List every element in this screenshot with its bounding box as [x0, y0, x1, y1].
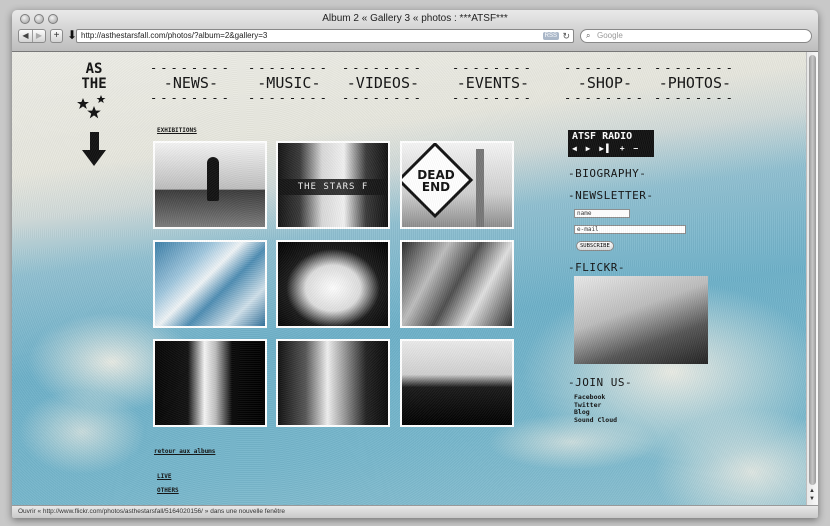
photo-caption: THE STARS F	[278, 179, 388, 195]
flickr-photo[interactable]	[574, 276, 708, 364]
flickr-heading: -FLICKR-	[568, 261, 625, 274]
arrow-down-icon-stem	[89, 132, 99, 150]
photo-image	[278, 341, 388, 425]
nav-dash-top: --------	[248, 61, 330, 75]
biography-link[interactable]: -BIOGRAPHY-	[568, 167, 646, 180]
status-bar: Ouvrir « http://www.flickr.com/photos/as…	[12, 505, 818, 518]
newsletter-name-input[interactable]: name	[574, 209, 630, 218]
arrow-down-icon	[82, 150, 106, 166]
photo-image	[155, 242, 265, 326]
web-page: AS THE -------- -NEWS- -------- --------…	[12, 52, 806, 505]
photo-image	[155, 341, 265, 425]
photo-image	[278, 242, 388, 326]
nav-item-videos[interactable]: -------- -VIDEOS- --------	[342, 62, 424, 104]
forward-button[interactable]: ▶	[32, 30, 45, 42]
photo-image: THE STARS F	[278, 143, 388, 227]
nav-label: -MUSIC-	[257, 74, 321, 92]
nav-label: -SHOP-	[577, 74, 632, 92]
radio-title: ATSF RADIO	[572, 131, 633, 142]
address-url: http://asthestarsfall.com/photos/?album=…	[81, 31, 268, 40]
photo-thumb[interactable]	[400, 339, 514, 427]
exhibitions-link[interactable]: EXHIBITIONS	[157, 127, 197, 134]
nav-dash-bottom: --------	[342, 91, 424, 105]
photo-image	[155, 143, 265, 227]
stars-icon	[77, 95, 106, 119]
photo-thumb[interactable]: THE STARS F	[276, 141, 390, 229]
nav-item-news[interactable]: -------- -NEWS- --------	[150, 62, 232, 104]
photo-thumb[interactable]	[276, 339, 390, 427]
nav-label: -NEWS-	[163, 74, 218, 92]
add-bookmark-button[interactable]: +	[50, 29, 63, 43]
photo-thumb[interactable]	[400, 240, 514, 328]
browser-titlebar: Album 2 « Gallery 3 « photos : ***ATSF**…	[12, 10, 818, 52]
window-title: Album 2 « Gallery 3 « photos : ***ATSF**…	[322, 13, 508, 24]
scroll-up-icon[interactable]: ▲	[809, 488, 815, 494]
radio-controls[interactable]: ◀ ▶ ▶▌ + −	[572, 143, 650, 155]
reload-icon[interactable]: ↻	[562, 30, 570, 42]
live-link[interactable]: LIVE	[157, 473, 171, 480]
join-us-heading: -JOIN US-	[568, 376, 633, 389]
nav-item-music[interactable]: -------- -MUSIC- --------	[248, 62, 330, 104]
nav-dash-bottom: --------	[452, 91, 534, 105]
subscribe-button[interactable]: SUBSCRIBE	[576, 241, 614, 251]
nav-dash-top: --------	[452, 61, 534, 75]
photo-image: DEAD END	[402, 143, 512, 227]
others-link[interactable]: OTHERS	[157, 487, 179, 494]
rss-badge[interactable]: RSS	[542, 32, 559, 40]
photo-thumb[interactable]	[276, 240, 390, 328]
nav-label: -VIDEOS-	[346, 74, 420, 92]
nav-item-shop[interactable]: -------- -SHOP- --------	[564, 62, 646, 104]
browser-window: Album 2 « Gallery 3 « photos : ***ATSF**…	[12, 10, 818, 518]
nav-dash-top: --------	[150, 61, 232, 75]
nav-dash-bottom: --------	[564, 91, 646, 105]
site-logo[interactable]: AS THE	[72, 62, 116, 166]
nav-dash-bottom: --------	[150, 91, 232, 105]
nav-dash-top: --------	[342, 61, 424, 75]
newsletter-heading: -NEWSLETTER-	[568, 189, 654, 202]
search-field[interactable]: ⌕ Google	[580, 29, 812, 43]
nav-item-events[interactable]: -------- -EVENTS- --------	[452, 62, 534, 104]
photo-thumb[interactable]: DEAD END	[400, 141, 514, 229]
address-bar[interactable]: http://asthestarsfall.com/photos/?album=…	[76, 29, 574, 43]
search-placeholder: Google	[597, 31, 623, 40]
dead-end-sign: DEAD END	[417, 168, 455, 194]
atsf-radio-player: ATSF RADIO ◀ ▶ ▶▌ + −	[568, 130, 654, 157]
nav-label: -EVENTS-	[456, 74, 530, 92]
photo-thumb[interactable]	[153, 141, 267, 229]
photo-image	[402, 341, 512, 425]
newsletter-email-input[interactable]: e-mail	[574, 225, 686, 234]
scroll-down-icon[interactable]: ▼	[809, 496, 815, 502]
vertical-scrollbar[interactable]: ▲ ▼	[806, 52, 818, 505]
back-button[interactable]: ◀	[19, 30, 32, 42]
nav-dash-bottom: --------	[654, 91, 736, 105]
photo-thumb[interactable]	[153, 339, 267, 427]
photo-image	[402, 242, 512, 326]
search-icon: ⌕	[586, 31, 591, 40]
nav-dash-top: --------	[654, 61, 736, 75]
logo-line-as: AS	[85, 61, 103, 77]
photo-thumb[interactable]	[153, 240, 267, 328]
scrollbar-thumb[interactable]	[809, 55, 816, 485]
nav-label: -PHOTOS-	[658, 74, 732, 92]
join-links: Facebook Twitter Blog Sound Cloud	[574, 393, 617, 425]
soundcloud-link[interactable]: Sound Cloud	[574, 416, 617, 425]
nav-dash-bottom: --------	[248, 91, 330, 105]
nav-item-photos[interactable]: -------- -PHOTOS- --------	[654, 62, 736, 104]
nav-dash-top: --------	[564, 61, 646, 75]
main-nav: -------- -NEWS- -------- -------- -MUSIC…	[150, 62, 750, 112]
logo-line-the: THE	[81, 76, 107, 92]
back-forward-buttons: ◀ ▶	[18, 29, 46, 43]
back-to-albums-link[interactable]: retour aux albums	[154, 448, 215, 455]
